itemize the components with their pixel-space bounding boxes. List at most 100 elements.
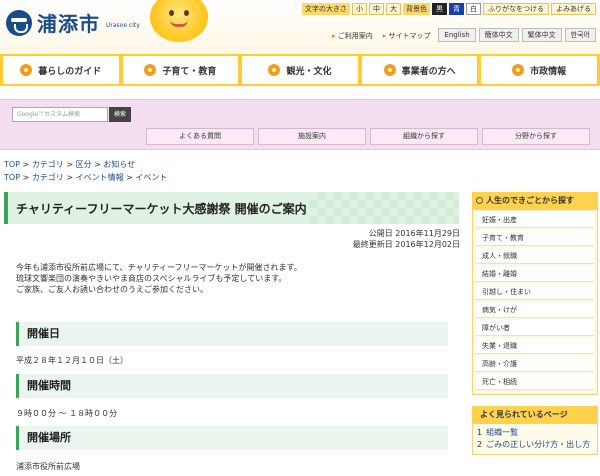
sidebar-item-pregnancy[interactable]: 妊娠・出産 [476,212,594,228]
section-heading-time: 開催時間 [16,374,448,398]
nav-label: 市政情報 [530,66,567,77]
sun-mascot-icon [150,0,208,42]
intro-line: 琉球文響楽団の演奏やきいやま商店のスペシャルライブも予定しています。 [16,274,287,283]
main-nav: 暮らしのガイド 子育て・教育 観光・文化 事業者の方へ 市政情報 [0,54,600,86]
search-icon [476,197,483,204]
sidebar-item-adulthood[interactable]: 成人・就職 [476,248,594,264]
intro-line: 今年も浦添市役所前広場にて、チャリティーフリーマーケットが開催されます。 [16,263,302,272]
breadcrumb-link[interactable]: イベント [135,173,167,182]
faq-link[interactable]: よくある質問 [146,128,254,145]
quick-links: よくある質問 施設案内 組織から探す 分野から探す [146,128,590,145]
sidebar-list: 妊娠・出産 子育て・教育 成人・就職 結婚・離婚 引越し・住まい 病気・けが 障… [472,209,598,395]
nav-label: 子育て・教育 [162,66,217,77]
lang-traditional-chinese[interactable]: 繁体中文 [521,28,562,42]
bg-black-button[interactable]: 黒 [432,3,447,15]
by-organization-link[interactable]: 組織から探す [370,128,478,145]
flower-icon [512,64,525,76]
read-aloud-button[interactable]: よみあげる [551,3,596,15]
flower-icon [268,64,281,76]
breadcrumb-link[interactable]: TOP [4,160,20,169]
site-header: 浦添市 Urasoe city 文字の大きさ 小 中 大 背景色 黒 青 白 ふ… [0,0,600,54]
section-heading-date: 開催日 [16,322,448,346]
lang-korean[interactable]: 한국어 [564,28,596,42]
page-title-box: チャリティーフリーマーケット大感謝祭 開催のご案内 [4,192,459,224]
breadcrumb-link[interactable]: カテゴリ [32,173,64,182]
intro-line: ご家族、ご友人お誘い合わせのうえご参加ください。 [16,285,208,294]
nav-business[interactable]: 事業者の方へ [361,56,478,84]
logo-text: 浦添市 [37,12,100,36]
popular-item: 2 ごみの正しい分け方・出し方 [477,439,593,450]
breadcrumb: TOP > カテゴリ > イベント情報 > イベント [4,173,168,182]
breadcrumb-link[interactable]: TOP [4,173,20,182]
breadcrumb-link[interactable]: お知らせ [103,160,135,169]
search-button[interactable]: 検索 [109,107,131,122]
bg-color-label: 背景色 [403,3,430,15]
accessibility-toolbar: 文字の大きさ 小 中 大 背景色 黒 青 白 ふりがなをつける よみあげる [302,3,596,15]
nav-living-guide[interactable]: 暮らしのガイド [3,56,119,84]
flower-icon [383,64,396,76]
breadcrumb: TOP > カテゴリ > 区分 > お知らせ [4,160,136,169]
nav-label: 暮らしのガイド [38,66,102,77]
by-field-link[interactable]: 分野から探す [482,128,590,145]
life-events-sidebar: 人生のできごとから探す 妊娠・出産 子育て・教育 成人・就職 結婚・離婚 引越し… [472,192,598,395]
nav-label: 観光・文化 [286,66,332,77]
sidebar-item-disability[interactable]: 障がい者 [476,320,594,336]
search-input[interactable]: Google™カスタム検索 [12,107,108,122]
event-place: 浦添市役所前広場 [16,462,80,471]
font-small-button[interactable]: 小 [352,3,367,15]
mascot-eye [184,10,189,16]
sidebar-item-marriage[interactable]: 結婚・離婚 [476,266,594,282]
nav-city-info[interactable]: 市政情報 [481,56,597,84]
logo-sub: Urasoe city [106,22,140,29]
article-intro: 今年も浦添市役所前広場にて、チャリティーフリーマーケットが開催されます。 琉球文… [16,262,302,295]
sidebar-item-unemployment[interactable]: 失業・退職 [476,338,594,354]
mascot-mouth [170,20,188,27]
search-band: Google™カスタム検索 検索 よくある質問 施設案内 組織から探す 分野から… [0,99,600,150]
sidebar-heading: 人生のできごとから探す [472,192,598,209]
facilities-link[interactable]: 施設案内 [258,128,366,145]
popular-heading: よく見られているページ [472,406,598,423]
sidebar-heading-text: 人生のできごとから探す [486,196,574,205]
font-large-button[interactable]: 大 [386,3,401,15]
bg-white-button[interactable]: 白 [466,3,481,15]
nav-tourism-culture[interactable]: 観光・文化 [242,56,358,84]
page-dates: 公開日 2016年11月29日 最終更新日 2016年12月02日 [353,228,460,250]
breadcrumb-link[interactable]: カテゴリ [32,160,64,169]
guide-link[interactable]: ご利用案内 [332,31,373,41]
popular-rank: 2 [477,440,483,449]
lang-simplified-chinese[interactable]: 簡体中文 [478,28,519,42]
page-title: チャリティーフリーマーケット大感謝祭 開催のご案内 [16,202,307,216]
breadcrumb-link[interactable]: 区分 [76,160,92,169]
furigana-button[interactable]: ふりがなをつける [483,3,549,15]
event-date: 平成２８年１２月１０日（土） [16,356,128,365]
font-medium-button[interactable]: 中 [369,3,384,15]
sidebar-item-moving[interactable]: 引越し・住まい [476,284,594,300]
section-heading-place: 開催場所 [16,426,448,450]
published-date: 公開日 2016年11月29日 [368,229,460,238]
sidebar-item-illness[interactable]: 病気・けが [476,302,594,318]
header-subnav: ご利用案内 サイトマップ [332,31,431,41]
breadcrumb-link[interactable]: イベント情報 [76,173,124,182]
event-time: ９時００分 ～ １８時００分 [16,409,118,418]
sidebar-item-elderly[interactable]: 高齢・介護 [476,356,594,372]
city-emblem-icon [6,9,32,36]
sidebar-item-death[interactable]: 死亡・相続 [476,374,594,390]
nav-childcare-education[interactable]: 子育て・教育 [122,56,239,84]
language-switcher: English 簡体中文 繁体中文 한국어 [438,28,596,42]
mascot-eye [169,10,174,16]
popular-link[interactable]: 組織一覧 [486,427,518,438]
updated-date: 最終更新日 2016年12月02日 [352,240,460,249]
sitemap-link[interactable]: サイトマップ [383,31,431,41]
nav-label: 事業者の方へ [401,66,456,77]
sidebar-item-childcare[interactable]: 子育て・教育 [476,230,594,246]
popular-pages: よく見られているページ 1 組織一覧 2 ごみの正しい分け方・出し方 [472,406,598,455]
title-pattern [309,192,459,224]
flower-icon [144,64,157,76]
font-size-label: 文字の大きさ [302,3,350,15]
popular-link[interactable]: ごみの正しい分け方・出し方 [486,439,590,450]
lang-english[interactable]: English [438,28,476,42]
bg-blue-button[interactable]: 青 [449,3,464,15]
site-logo[interactable]: 浦添市 Urasoe city [6,8,140,37]
popular-rank: 1 [477,428,483,437]
popular-item: 1 組織一覧 [477,427,593,438]
